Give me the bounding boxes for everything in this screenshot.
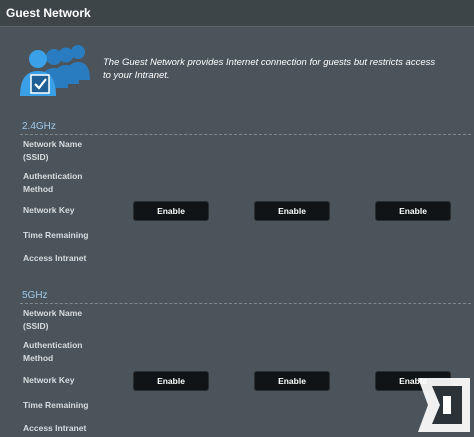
section-divider bbox=[20, 303, 471, 304]
enable-button-guest-3-2.4ghz[interactable]: Enable bbox=[375, 201, 451, 221]
guest-network-description: The Guest Network provides Internet conn… bbox=[103, 57, 436, 81]
guest-users-icon bbox=[20, 45, 90, 96]
title-bar: Guest Network bbox=[0, 0, 474, 27]
enable-button-guest-2-5ghz[interactable]: Enable bbox=[254, 371, 330, 391]
field-authentication-method: Authentication Method bbox=[23, 340, 83, 363]
page-title: Guest Network bbox=[6, 6, 91, 20]
field-access-intranet: Access Intranet bbox=[23, 253, 87, 263]
enable-button-guest-1-2.4ghz[interactable]: Enable bbox=[133, 201, 209, 221]
site-logo bbox=[418, 378, 470, 432]
enable-button-guest-1-5ghz[interactable]: Enable bbox=[133, 371, 209, 391]
field-time-remaining: Time Remaining bbox=[23, 230, 89, 240]
band-label-5ghz: 5GHz bbox=[22, 290, 48, 301]
field-authentication-method: Authentication Method bbox=[23, 171, 83, 194]
field-network-key: Network Key bbox=[23, 205, 75, 215]
field-network-name: Network Name (SSID) bbox=[23, 308, 83, 331]
field-time-remaining: Time Remaining bbox=[23, 400, 89, 410]
band-label-2.4ghz: 2.4GHz bbox=[22, 121, 56, 132]
field-network-key: Network Key bbox=[23, 375, 75, 385]
field-network-name: Network Name (SSID) bbox=[23, 139, 83, 162]
enable-button-guest-2-2.4ghz[interactable]: Enable bbox=[254, 201, 330, 221]
section-divider bbox=[20, 134, 471, 135]
field-access-intranet: Access Intranet bbox=[23, 423, 87, 433]
